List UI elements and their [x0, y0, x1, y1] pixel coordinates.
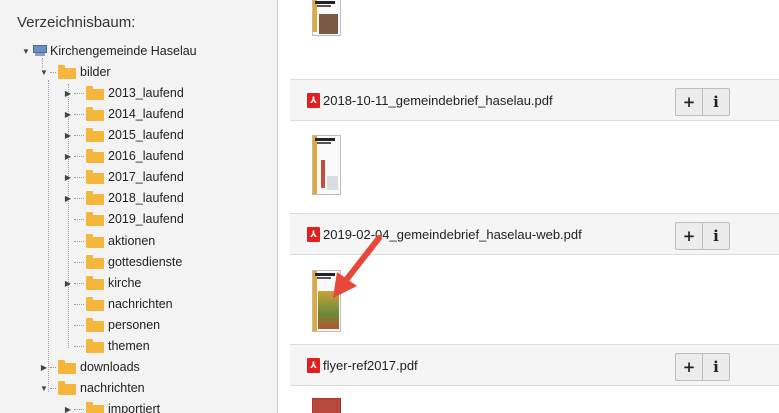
file-name[interactable]: 2018-10-11_gemeindebrief_haselau.pdf: [323, 93, 553, 108]
folder-icon: [86, 212, 104, 226]
file-list: ⅄ 2018-10-11_gemeindebrief_haselau.pdf +…: [290, 0, 779, 413]
info-button[interactable]: i: [702, 354, 729, 380]
info-button[interactable]: i: [702, 223, 729, 249]
tree-item-themen[interactable]: themen: [64, 336, 150, 356]
tree-item-label: 2015_laufend: [108, 128, 184, 142]
file-actions: + i: [675, 88, 730, 116]
tree-item-2017[interactable]: ▶ 2017_laufend: [64, 167, 184, 187]
file-row[interactable]: ⅄ flyer-ref2017.pdf + i: [290, 344, 779, 386]
caret-down-icon[interactable]: ▼: [40, 384, 48, 393]
tree-item-label: gottesdienste: [108, 255, 183, 269]
tree-item-2013[interactable]: ▶ 2013_laufend: [64, 83, 184, 103]
file-actions: + i: [675, 353, 730, 381]
tree-item-label: bilder: [80, 65, 111, 79]
caret-right-icon[interactable]: ▶: [64, 194, 72, 203]
tree-item-label: nachrichten: [80, 381, 145, 395]
pdf-file-icon: ⅄: [307, 226, 320, 242]
tree-item-importiert[interactable]: ▶ importiert: [64, 399, 160, 413]
tree-item-nachrichten[interactable]: ▼ nachrichten: [40, 378, 145, 398]
tree-title: Verzeichnisbaum:: [17, 14, 136, 31]
folder-icon: [86, 107, 104, 121]
red-arrow-annotation: [333, 235, 382, 298]
tree-item-label: personen: [108, 318, 161, 332]
caret-right-icon[interactable]: ▶: [40, 363, 48, 372]
caret-down-icon[interactable]: ▼: [22, 47, 30, 56]
tree-item-label: 2017_laufend: [108, 170, 184, 184]
tree-item-label: 2019_laufend: [108, 212, 184, 226]
tree-item-label: aktionen: [108, 234, 156, 248]
tree-item-2014[interactable]: ▶ 2014_laufend: [64, 104, 184, 124]
tree-item-nachrichten-sub[interactable]: nachrichten: [64, 294, 173, 314]
file-thumbnail[interactable]: [312, 135, 341, 195]
caret-right-icon[interactable]: ▶: [64, 131, 72, 140]
tree-item-bilder[interactable]: ▼ bilder: [40, 62, 111, 82]
tree-item-2018[interactable]: ▶ 2018_laufend: [64, 188, 184, 208]
pdf-file-icon: ⅄: [307, 92, 320, 108]
tree-item-label: 2014_laufend: [108, 107, 184, 121]
folder-icon: [86, 170, 104, 184]
folder-icon: [86, 276, 104, 290]
folder-icon: [58, 360, 76, 374]
add-button[interactable]: +: [676, 89, 702, 115]
file-name[interactable]: flyer-ref2017.pdf: [323, 358, 418, 373]
tree-item-personen[interactable]: personen: [64, 315, 160, 335]
pdf-file-icon: ⅄: [307, 357, 320, 373]
folder-icon: [86, 149, 104, 163]
tree-item-2019[interactable]: 2019_laufend: [64, 209, 184, 229]
tree-item-label: importiert: [108, 402, 161, 413]
add-button[interactable]: +: [676, 223, 702, 249]
tree-item-aktionen[interactable]: aktionen: [64, 231, 155, 251]
folder-icon: [86, 191, 104, 205]
tree-item-label: 2018_laufend: [108, 191, 184, 205]
folder-icon: [86, 402, 104, 413]
caret-right-icon[interactable]: ▶: [64, 405, 72, 413]
caret-right-icon[interactable]: ▶: [64, 110, 72, 119]
tree-item-label: 2013_laufend: [108, 86, 184, 100]
folder-icon: [86, 318, 104, 332]
tree-item-2016[interactable]: ▶ 2016_laufend: [64, 146, 184, 166]
tree-item-label: themen: [108, 339, 150, 353]
computer-icon: [32, 44, 48, 56]
caret-right-icon[interactable]: ▶: [64, 173, 72, 182]
tree-item-kirche[interactable]: ▶ kirche: [64, 273, 141, 293]
tree-item-label: nachrichten: [108, 297, 173, 311]
folder-icon: [86, 255, 104, 269]
tree-item-label: downloads: [80, 360, 140, 374]
tree-root-label: Kirchengemeinde Haselau: [50, 44, 197, 58]
caret-down-icon[interactable]: ▼: [40, 68, 48, 77]
file-actions: + i: [675, 222, 730, 250]
info-button[interactable]: i: [702, 89, 729, 115]
caret-right-icon[interactable]: ▶: [64, 152, 72, 161]
file-thumbnail[interactable]: [312, 398, 341, 413]
folder-icon: [86, 297, 104, 311]
folder-icon: [58, 65, 76, 79]
tree-item-gottesdienste[interactable]: gottesdienste: [64, 252, 182, 272]
folder-icon: [58, 381, 76, 395]
add-button[interactable]: +: [676, 354, 702, 380]
caret-right-icon[interactable]: ▶: [64, 89, 72, 98]
folder-icon: [86, 128, 104, 142]
file-row[interactable]: ⅄ 2018-10-11_gemeindebrief_haselau.pdf +…: [290, 79, 779, 121]
tree-guide: [48, 80, 49, 392]
tree-item-2015[interactable]: ▶ 2015_laufend: [64, 125, 184, 145]
tree-root[interactable]: ▼ Kirchengemeinde Haselau: [22, 41, 197, 61]
folder-icon: [86, 339, 104, 353]
tree-item-label: 2016_laufend: [108, 149, 184, 163]
file-thumbnail[interactable]: [312, 0, 341, 36]
folder-icon: [86, 234, 104, 248]
tree-item-label: kirche: [108, 276, 142, 290]
caret-right-icon[interactable]: ▶: [64, 279, 72, 288]
directory-tree-panel: Verzeichnisbaum: ▼ Kirchengemeinde Hasel…: [0, 0, 278, 413]
folder-icon: [86, 86, 104, 100]
tree-item-downloads[interactable]: ▶ downloads: [40, 357, 140, 377]
